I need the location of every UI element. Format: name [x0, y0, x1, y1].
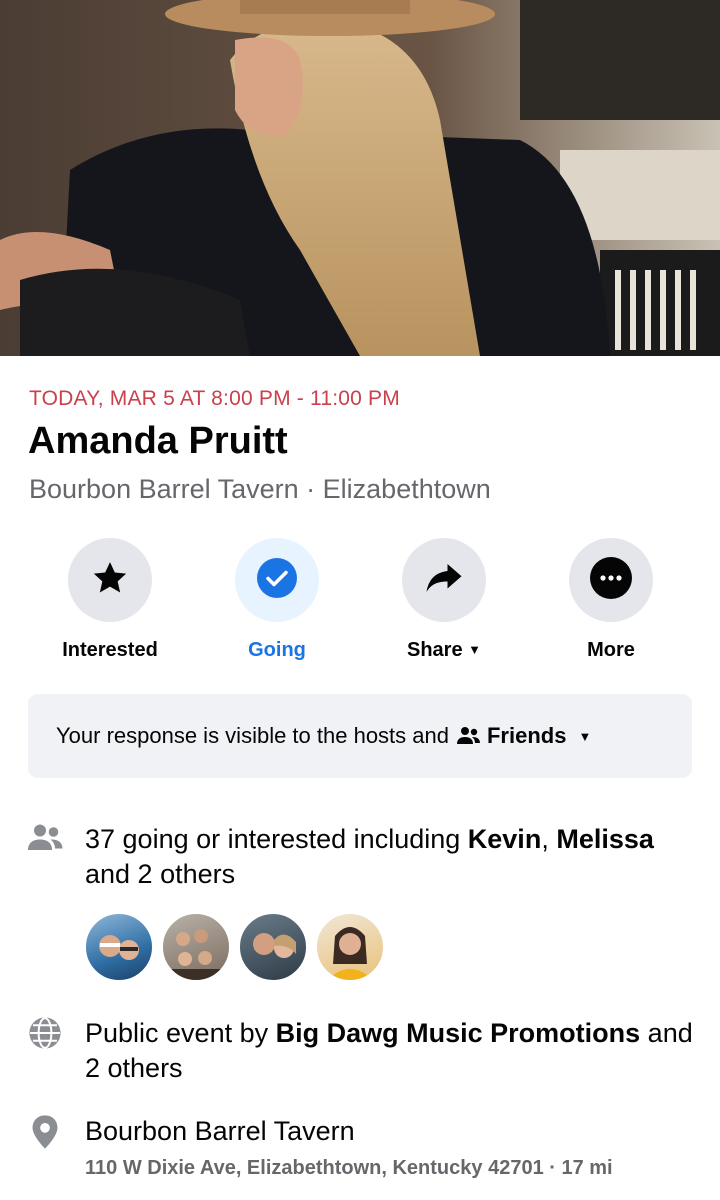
friends-icon: [456, 726, 481, 746]
event-date-time: TODAY, MAR 5 AT 8:00 PM - 11:00 PM: [29, 387, 400, 410]
share-arrow-icon: [423, 557, 465, 604]
more-dots-icon: [590, 556, 632, 604]
host-name[interactable]: Big Dawg Music Promotions: [276, 1018, 641, 1048]
avatar[interactable]: [238, 912, 308, 982]
interested-label: Interested: [62, 639, 158, 661]
going-button[interactable]: Going: [202, 538, 352, 662]
event-cover-photo: [0, 0, 720, 356]
people-icon: [28, 822, 64, 858]
visibility-text: Your response is visible to the hosts an…: [56, 723, 449, 748]
share-button[interactable]: Share ▼: [369, 538, 519, 662]
event-venue-line[interactable]: Bourbon Barrel Tavern · Elizabethtown: [29, 474, 491, 505]
friend-name-melissa[interactable]: Melissa: [556, 824, 654, 854]
star-icon: [90, 558, 130, 603]
location-name: Bourbon Barrel Tavern: [85, 1116, 355, 1146]
interested-button[interactable]: Interested: [35, 538, 185, 662]
host-prefix: Public event by: [85, 1018, 269, 1048]
attendance-suffix: and 2 others: [85, 859, 236, 889]
response-visibility-selector[interactable]: Your response is visible to the hosts an…: [28, 694, 692, 778]
location-address: 110 W Dixie Ave, Elizabethtown, Kentucky…: [85, 1157, 613, 1179]
friend-name-kevin[interactable]: Kevin: [468, 824, 542, 854]
separator: ,: [541, 824, 549, 854]
event-actions: Interested Going Share ▼ More: [28, 538, 692, 663]
visibility-audience: Friends: [486, 723, 567, 748]
share-label: Share: [406, 639, 463, 661]
event-title: Amanda Pruitt: [28, 420, 288, 462]
attendance-count-text: 37 going or interested including: [85, 824, 461, 854]
avatar[interactable]: [161, 912, 231, 982]
globe-icon: [28, 1016, 64, 1052]
caret-down-icon: ▼: [468, 642, 482, 657]
more-button[interactable]: More: [536, 538, 686, 662]
check-circle-icon: [256, 557, 298, 604]
avatar[interactable]: [84, 912, 154, 982]
location-pin-icon: [28, 1114, 64, 1150]
more-label: More: [587, 639, 635, 661]
avatar[interactable]: [315, 912, 385, 982]
going-label: Going: [248, 639, 306, 661]
caret-down-icon: ▼: [578, 728, 592, 744]
